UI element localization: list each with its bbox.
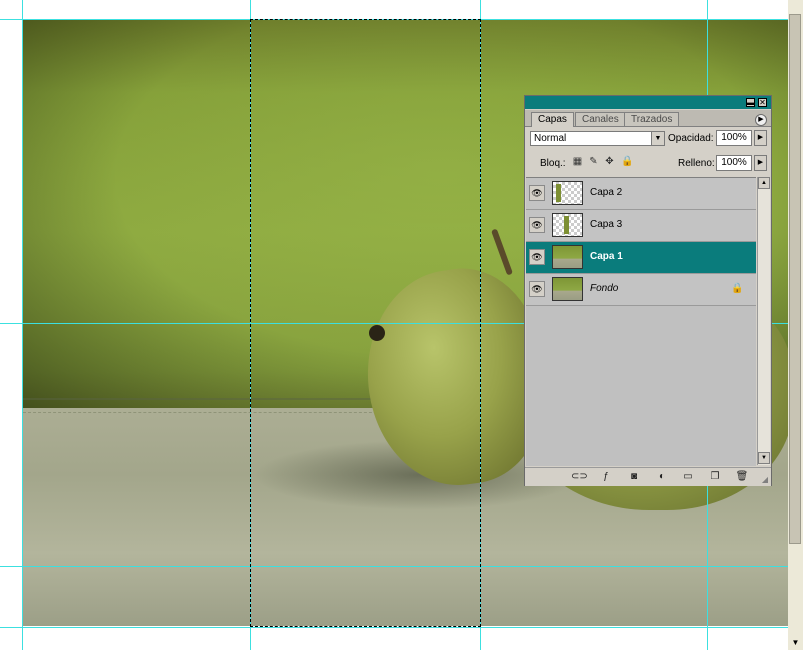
eye-icon[interactable]: 👁 bbox=[529, 281, 545, 297]
add-mask-icon[interactable]: ◙ bbox=[627, 470, 641, 483]
chevron-down-icon[interactable]: ▼ bbox=[651, 132, 664, 145]
eye-icon[interactable]: 👁 bbox=[529, 249, 545, 265]
lock-position-icon[interactable]: ✥ bbox=[604, 156, 615, 167]
layer-thumbnail bbox=[552, 277, 583, 301]
guide-vertical[interactable] bbox=[22, 0, 23, 650]
new-group-icon[interactable]: ▭ bbox=[681, 470, 695, 483]
lock-icon: 🔒 bbox=[731, 283, 744, 294]
fill-label: Relleno: bbox=[678, 158, 715, 169]
tab-capas[interactable]: Capas bbox=[531, 112, 574, 127]
trash-icon[interactable]: 🗑 bbox=[735, 470, 749, 483]
layer-name: Fondo bbox=[590, 283, 619, 294]
adjustment-layer-icon[interactable]: ◐ bbox=[655, 470, 669, 483]
layers-palette: ▬ ✕ Capas Canales Trazados ▶ Normal ▼ Op… bbox=[524, 95, 772, 486]
layer-row-capa-1[interactable]: 👁 Capa 1 bbox=[526, 242, 756, 274]
scroll-up-icon[interactable]: ▲ bbox=[758, 177, 770, 189]
layer-row-capa-3[interactable]: 👁 Capa 3 bbox=[526, 210, 756, 242]
layer-row-fondo[interactable]: 👁 Fondo 🔒 bbox=[526, 274, 756, 306]
layer-name: Capa 3 bbox=[590, 219, 623, 230]
layer-style-icon[interactable]: ƒ bbox=[599, 470, 613, 483]
lock-label: Bloq.: bbox=[540, 158, 566, 169]
layer-name: Capa 1 bbox=[590, 251, 623, 262]
lock-transparency-icon[interactable]: ▦ bbox=[572, 156, 583, 167]
opacity-label: Opacidad: bbox=[668, 133, 714, 144]
lock-all-icon[interactable]: 🔒 bbox=[621, 156, 633, 167]
close-icon[interactable]: ✕ bbox=[758, 98, 767, 107]
opacity-field[interactable]: 100% bbox=[716, 130, 752, 146]
lock-image-icon[interactable]: ✎ bbox=[588, 156, 599, 167]
link-layers-icon[interactable]: ⊂⊃ bbox=[571, 470, 588, 483]
palette-menu-icon[interactable]: ▶ bbox=[755, 114, 767, 126]
tab-trazados[interactable]: Trazados bbox=[624, 112, 680, 126]
layer-thumbnail bbox=[552, 213, 583, 237]
marquee-selection[interactable] bbox=[250, 19, 481, 627]
layer-row-capa-2[interactable]: 👁 Capa 2 bbox=[526, 178, 756, 210]
palette-footer: ⊂⊃ ƒ ◙ ◐ ▭ ❐ 🗑 ◢ bbox=[525, 467, 771, 486]
eye-icon[interactable]: 👁 bbox=[529, 217, 545, 233]
layer-thumbnail bbox=[552, 181, 583, 205]
layer-thumbnail bbox=[552, 245, 583, 269]
fill-slider-button[interactable]: ▶ bbox=[754, 155, 767, 171]
opacity-slider-button[interactable]: ▶ bbox=[754, 130, 767, 146]
layer-name: Capa 2 bbox=[590, 187, 623, 198]
blend-mode-select[interactable]: Normal ▼ bbox=[530, 131, 665, 146]
guide-horizontal[interactable] bbox=[0, 627, 803, 628]
scroll-down-icon[interactable]: ▼ bbox=[789, 636, 802, 649]
layers-scrollbar[interactable]: ▲ ▼ bbox=[757, 177, 770, 465]
fill-field[interactable]: 100% bbox=[716, 155, 752, 171]
eye-icon[interactable]: 👁 bbox=[529, 185, 545, 201]
scroll-down-icon[interactable]: ▼ bbox=[758, 452, 770, 464]
resize-grip-icon[interactable]: ◢ bbox=[760, 475, 770, 485]
palette-titlebar[interactable]: ▬ ✕ bbox=[525, 96, 771, 109]
window-scrollbar-thumb[interactable] bbox=[789, 14, 801, 544]
blend-mode-value: Normal bbox=[534, 133, 567, 144]
tab-canales[interactable]: Canales bbox=[575, 112, 626, 126]
minimize-icon[interactable]: ▬ bbox=[746, 98, 755, 107]
layers-list: 👁 Capa 2 👁 Capa 3 👁 Capa 1 👁 Fondo 🔒 bbox=[526, 177, 756, 466]
window-scrollbar[interactable]: ▼ bbox=[788, 0, 803, 650]
palette-tabs: Capas Canales Trazados ▶ bbox=[525, 110, 771, 127]
new-layer-icon[interactable]: ❐ bbox=[708, 470, 722, 483]
